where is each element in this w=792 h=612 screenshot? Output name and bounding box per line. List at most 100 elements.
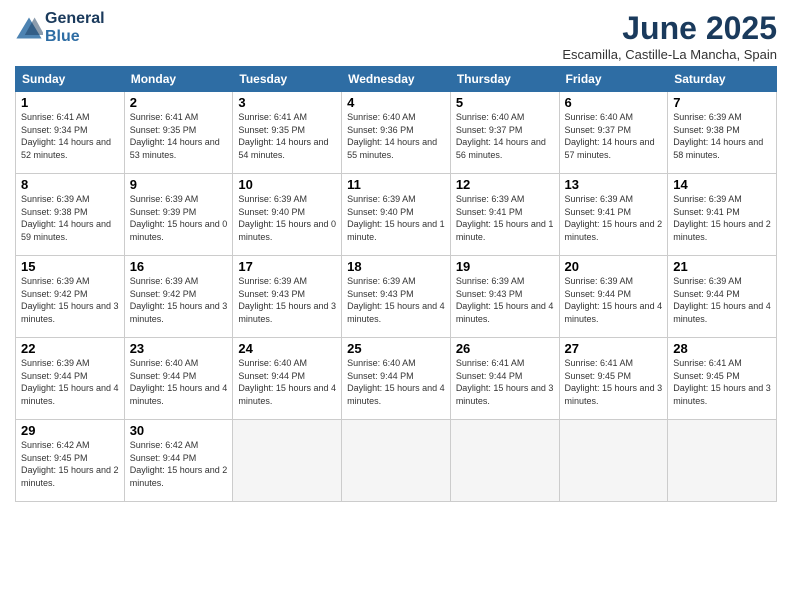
day-info: Sunrise: 6:39 AMSunset: 9:38 PMDaylight:… (673, 111, 771, 161)
calendar-day-cell: 30Sunrise: 6:42 AMSunset: 9:44 PMDayligh… (124, 420, 233, 502)
calendar-day-cell (559, 420, 668, 502)
day-number: 22 (21, 341, 119, 356)
calendar-day-cell: 7Sunrise: 6:39 AMSunset: 9:38 PMDaylight… (668, 92, 777, 174)
logo-icon (15, 14, 43, 42)
calendar-day-cell: 20Sunrise: 6:39 AMSunset: 9:44 PMDayligh… (559, 256, 668, 338)
day-number: 24 (238, 341, 336, 356)
day-number: 30 (130, 423, 228, 438)
day-number: 27 (565, 341, 663, 356)
day-info: Sunrise: 6:42 AMSunset: 9:44 PMDaylight:… (130, 439, 228, 489)
day-info: Sunrise: 6:41 AMSunset: 9:45 PMDaylight:… (673, 357, 771, 407)
logo-text-wrapper: General Blue (45, 10, 105, 46)
day-info: Sunrise: 6:41 AMSunset: 9:45 PMDaylight:… (565, 357, 663, 407)
day-info: Sunrise: 6:39 AMSunset: 9:41 PMDaylight:… (456, 193, 554, 243)
day-number: 7 (673, 95, 771, 110)
calendar-day-cell: 2Sunrise: 6:41 AMSunset: 9:35 PMDaylight… (124, 92, 233, 174)
calendar-day-cell (233, 420, 342, 502)
calendar-header-row: Sunday Monday Tuesday Wednesday Thursday… (16, 67, 777, 92)
calendar-day-cell (668, 420, 777, 502)
day-number: 21 (673, 259, 771, 274)
day-number: 3 (238, 95, 336, 110)
day-number: 2 (130, 95, 228, 110)
day-number: 29 (21, 423, 119, 438)
col-friday: Friday (559, 67, 668, 92)
calendar-day-cell: 17Sunrise: 6:39 AMSunset: 9:43 PMDayligh… (233, 256, 342, 338)
day-info: Sunrise: 6:41 AMSunset: 9:34 PMDaylight:… (21, 111, 119, 161)
day-number: 28 (673, 341, 771, 356)
col-saturday: Saturday (668, 67, 777, 92)
calendar-week-row: 1Sunrise: 6:41 AMSunset: 9:34 PMDaylight… (16, 92, 777, 174)
title-block: June 2025 Escamilla, Castille-La Mancha,… (562, 10, 777, 62)
calendar-week-row: 22Sunrise: 6:39 AMSunset: 9:44 PMDayligh… (16, 338, 777, 420)
day-info: Sunrise: 6:39 AMSunset: 9:44 PMDaylight:… (673, 275, 771, 325)
month-title: June 2025 (562, 10, 777, 47)
calendar-day-cell (342, 420, 451, 502)
day-number: 8 (21, 177, 119, 192)
day-number: 10 (238, 177, 336, 192)
calendar-day-cell: 27Sunrise: 6:41 AMSunset: 9:45 PMDayligh… (559, 338, 668, 420)
calendar-day-cell: 25Sunrise: 6:40 AMSunset: 9:44 PMDayligh… (342, 338, 451, 420)
day-info: Sunrise: 6:40 AMSunset: 9:44 PMDaylight:… (238, 357, 336, 407)
calendar-day-cell: 13Sunrise: 6:39 AMSunset: 9:41 PMDayligh… (559, 174, 668, 256)
day-number: 13 (565, 177, 663, 192)
calendar-day-cell: 11Sunrise: 6:39 AMSunset: 9:40 PMDayligh… (342, 174, 451, 256)
calendar-day-cell: 29Sunrise: 6:42 AMSunset: 9:45 PMDayligh… (16, 420, 125, 502)
calendar-day-cell: 24Sunrise: 6:40 AMSunset: 9:44 PMDayligh… (233, 338, 342, 420)
day-info: Sunrise: 6:39 AMSunset: 9:40 PMDaylight:… (347, 193, 445, 243)
calendar-day-cell: 10Sunrise: 6:39 AMSunset: 9:40 PMDayligh… (233, 174, 342, 256)
calendar-day-cell: 14Sunrise: 6:39 AMSunset: 9:41 PMDayligh… (668, 174, 777, 256)
day-number: 6 (565, 95, 663, 110)
col-thursday: Thursday (450, 67, 559, 92)
day-info: Sunrise: 6:41 AMSunset: 9:44 PMDaylight:… (456, 357, 554, 407)
day-info: Sunrise: 6:39 AMSunset: 9:39 PMDaylight:… (130, 193, 228, 243)
calendar-day-cell: 16Sunrise: 6:39 AMSunset: 9:42 PMDayligh… (124, 256, 233, 338)
day-number: 15 (21, 259, 119, 274)
day-number: 5 (456, 95, 554, 110)
col-tuesday: Tuesday (233, 67, 342, 92)
day-number: 16 (130, 259, 228, 274)
calendar-day-cell: 28Sunrise: 6:41 AMSunset: 9:45 PMDayligh… (668, 338, 777, 420)
header: General Blue June 2025 Escamilla, Castil… (15, 10, 777, 62)
calendar-day-cell: 3Sunrise: 6:41 AMSunset: 9:35 PMDaylight… (233, 92, 342, 174)
calendar-day-cell: 4Sunrise: 6:40 AMSunset: 9:36 PMDaylight… (342, 92, 451, 174)
day-number: 20 (565, 259, 663, 274)
calendar-day-cell: 6Sunrise: 6:40 AMSunset: 9:37 PMDaylight… (559, 92, 668, 174)
calendar-week-row: 15Sunrise: 6:39 AMSunset: 9:42 PMDayligh… (16, 256, 777, 338)
day-info: Sunrise: 6:39 AMSunset: 9:44 PMDaylight:… (565, 275, 663, 325)
day-info: Sunrise: 6:39 AMSunset: 9:42 PMDaylight:… (21, 275, 119, 325)
calendar-table: Sunday Monday Tuesday Wednesday Thursday… (15, 66, 777, 502)
col-sunday: Sunday (16, 67, 125, 92)
day-number: 9 (130, 177, 228, 192)
calendar-day-cell: 26Sunrise: 6:41 AMSunset: 9:44 PMDayligh… (450, 338, 559, 420)
calendar-day-cell: 22Sunrise: 6:39 AMSunset: 9:44 PMDayligh… (16, 338, 125, 420)
day-number: 11 (347, 177, 445, 192)
day-number: 19 (456, 259, 554, 274)
day-info: Sunrise: 6:39 AMSunset: 9:38 PMDaylight:… (21, 193, 119, 243)
day-info: Sunrise: 6:39 AMSunset: 9:40 PMDaylight:… (238, 193, 336, 243)
logo-blue: Blue (45, 28, 105, 46)
day-number: 26 (456, 341, 554, 356)
day-info: Sunrise: 6:39 AMSunset: 9:42 PMDaylight:… (130, 275, 228, 325)
calendar-week-row: 8Sunrise: 6:39 AMSunset: 9:38 PMDaylight… (16, 174, 777, 256)
day-info: Sunrise: 6:39 AMSunset: 9:41 PMDaylight:… (673, 193, 771, 243)
calendar-day-cell: 5Sunrise: 6:40 AMSunset: 9:37 PMDaylight… (450, 92, 559, 174)
calendar-day-cell: 15Sunrise: 6:39 AMSunset: 9:42 PMDayligh… (16, 256, 125, 338)
day-info: Sunrise: 6:42 AMSunset: 9:45 PMDaylight:… (21, 439, 119, 489)
calendar-day-cell: 1Sunrise: 6:41 AMSunset: 9:34 PMDaylight… (16, 92, 125, 174)
calendar-day-cell: 12Sunrise: 6:39 AMSunset: 9:41 PMDayligh… (450, 174, 559, 256)
day-info: Sunrise: 6:40 AMSunset: 9:37 PMDaylight:… (565, 111, 663, 161)
calendar-day-cell: 18Sunrise: 6:39 AMSunset: 9:43 PMDayligh… (342, 256, 451, 338)
day-info: Sunrise: 6:40 AMSunset: 9:44 PMDaylight:… (130, 357, 228, 407)
day-number: 4 (347, 95, 445, 110)
day-number: 18 (347, 259, 445, 274)
logo: General Blue (15, 10, 105, 46)
day-number: 1 (21, 95, 119, 110)
day-info: Sunrise: 6:40 AMSunset: 9:37 PMDaylight:… (456, 111, 554, 161)
calendar-day-cell: 21Sunrise: 6:39 AMSunset: 9:44 PMDayligh… (668, 256, 777, 338)
day-info: Sunrise: 6:41 AMSunset: 9:35 PMDaylight:… (238, 111, 336, 161)
calendar-week-row: 29Sunrise: 6:42 AMSunset: 9:45 PMDayligh… (16, 420, 777, 502)
day-info: Sunrise: 6:39 AMSunset: 9:44 PMDaylight:… (21, 357, 119, 407)
calendar-day-cell: 23Sunrise: 6:40 AMSunset: 9:44 PMDayligh… (124, 338, 233, 420)
day-info: Sunrise: 6:39 AMSunset: 9:41 PMDaylight:… (565, 193, 663, 243)
day-number: 23 (130, 341, 228, 356)
